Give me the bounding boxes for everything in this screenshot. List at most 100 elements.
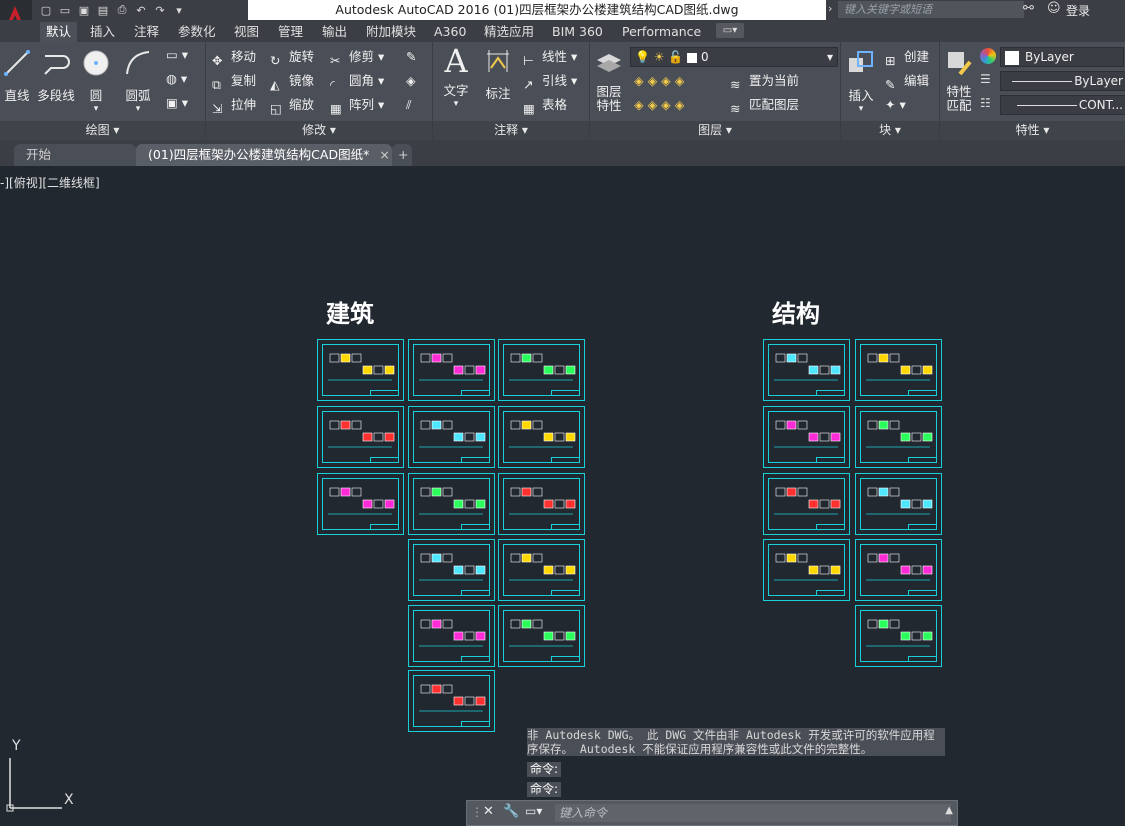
tab-insert[interactable]: 插入 [84,22,121,42]
drawing-sheet[interactable] [408,670,495,732]
drawing-sheet[interactable] [855,406,942,468]
grip-icon[interactable]: ⋮ [471,805,483,819]
rectangle-tool-icon[interactable]: ▭ ▾ [166,44,188,66]
panel-title-layers[interactable]: 图层 ▾ [590,121,840,140]
drawing-sheet[interactable] [763,539,850,601]
tab-start[interactable]: 开始 [14,144,136,166]
drawing-sheet[interactable] [317,406,404,468]
ribbon-options-icon[interactable]: ▭▾ [716,23,744,38]
panel-title-properties[interactable]: 特性 ▾ [940,121,1125,140]
edit-block-button[interactable]: ✎ 编辑 [885,70,929,92]
arc-button[interactable]: 圆弧 ▾ [120,48,156,114]
stretch-button[interactable]: ⇲ 拉伸 [212,94,256,116]
match-layer-button[interactable]: ≋ 匹配图层 [730,94,799,116]
create-block-button[interactable]: ⊞ 创建 [885,46,929,68]
linear-dimension-button[interactable]: ⊢ 线性 ▾ [523,46,577,68]
save-icon[interactable]: ▣ [76,2,92,18]
dimension-button[interactable]: 标注 [481,46,515,102]
line-button[interactable]: 直线 [2,48,32,104]
set-current-button[interactable]: ≋ 置为当前 [730,70,799,92]
new-file-icon[interactable]: ▢ [38,2,54,18]
dropdown-icon[interactable]: ▾ [171,2,187,18]
tab-parametric[interactable]: 参数化 [172,22,222,42]
layer-properties-button[interactable]: 图层特性 [594,48,624,113]
command-input[interactable]: 键入命令 [555,804,951,822]
new-tab-icon[interactable]: + [392,144,412,166]
trim-button[interactable]: ✂ 修剪 ▾ [330,46,384,68]
insert-block-button[interactable]: 插入 ▾ [845,48,877,114]
scale-button[interactable]: ◱ 缩放 [270,94,314,116]
match-properties-button[interactable]: 特性匹配 [942,48,976,113]
login-link[interactable]: 登录 [1066,2,1090,19]
polyline-button[interactable]: 多段线 [36,48,76,104]
panel-title-modify[interactable]: 修改 ▾ [206,121,432,140]
explode-icon[interactable]: ◈ [406,70,416,92]
open-file-icon[interactable]: ▭ [57,2,73,18]
table-button[interactable]: ▦ 表格 [523,94,567,116]
tab-a360[interactable]: A360 [428,22,472,42]
circle-button[interactable]: 圆 ▾ [80,48,112,114]
close-tab-icon[interactable]: × [379,147,389,162]
drawing-sheet[interactable] [317,339,404,401]
panel-title-draw[interactable]: 绘图 ▾ [0,121,205,140]
lineweight-dropdown[interactable]: CONT... [1000,95,1125,115]
binoculars-icon[interactable]: ⚯ [1023,1,1034,16]
mirror-button[interactable]: ◭ 镜像 [270,70,314,92]
tab-featured-apps[interactable]: 精选应用 [478,22,540,42]
drawing-sheet[interactable] [855,605,942,667]
tab-default[interactable]: 默认 [40,22,78,42]
attribute-icon[interactable]: ✦ ▾ [885,94,906,116]
erase-icon[interactable]: ✎ [406,46,416,68]
tab-view[interactable]: 视图 [228,22,265,42]
rotate-button[interactable]: ↻ 旋转 [270,46,314,68]
wrench-icon[interactable]: 🔧 [503,804,519,819]
drawing-sheet[interactable] [498,339,585,401]
command-prompt-icon[interactable]: ▭▾ [525,804,542,818]
drawing-sheet[interactable] [408,473,495,535]
region-tool-icon[interactable]: ▣ ▾ [166,92,188,114]
search-input[interactable]: 键入关键字或短语 [838,1,1024,18]
array-button[interactable]: ▦ 阵列 ▾ [330,94,384,116]
tab-addins[interactable]: 附加模块 [360,22,422,42]
drawing-sheet[interactable] [408,406,495,468]
offset-icon[interactable]: ⫽ [406,94,412,116]
undo-icon[interactable]: ↶ [133,2,149,18]
drawing-sheet[interactable] [855,339,942,401]
tab-output[interactable]: 输出 [316,22,353,42]
linetype-dropdown[interactable]: ByLayer [1000,71,1125,91]
drawing-sheet[interactable] [408,539,495,601]
layer-tools-row-1-icons[interactable]: ◈ ◈ ◈ ◈ [634,70,684,92]
user-icon[interactable]: ☺ [1047,1,1061,16]
chevron-right-icon[interactable]: › [828,2,832,15]
copy-button[interactable]: ⧉ 复制 [212,70,256,92]
tab-manage[interactable]: 管理 [272,22,309,42]
hatch-tool-icon[interactable]: ◍ ▾ [166,68,187,90]
tab-performance[interactable]: Performance [616,22,707,42]
color-dropdown[interactable]: ByLayer [1000,47,1124,67]
close-command-icon[interactable]: ✕ [483,804,494,819]
drawing-sheet[interactable] [498,406,585,468]
leader-button[interactable]: ↗ 引线 ▾ [523,70,577,92]
save-as-icon[interactable]: ▤ [95,2,111,18]
drawing-sheet[interactable] [317,473,404,535]
drawing-sheet[interactable] [763,473,850,535]
drawing-sheet[interactable] [763,339,850,401]
drawing-sheet[interactable] [855,539,942,601]
drawing-canvas[interactable]: -][俯视][二维线框] 建筑 结构 Y X [0,166,1125,826]
drawing-sheet[interactable] [498,539,585,601]
move-button[interactable]: ✥ 移动 [212,46,256,68]
viewport-controls[interactable]: -][俯视][二维线框] [0,174,100,191]
tab-active-drawing[interactable]: (01)四层框架办公楼建筑结构CAD图纸* × [136,144,392,166]
command-history-up-icon[interactable]: ▲ [945,805,953,816]
drawing-sheet[interactable] [855,473,942,535]
text-button[interactable]: A 文字 ▾ [439,45,473,109]
layer-tools-row-2-icons[interactable]: ◈ ◈ ◈ ◈ [634,94,684,116]
drawing-sheet[interactable] [498,473,585,535]
drawing-sheet[interactable] [408,339,495,401]
redo-icon[interactable]: ↷ [152,2,168,18]
drawing-sheet[interactable] [498,605,585,667]
fillet-button[interactable]: ◜ 圆角 ▾ [330,70,384,92]
color-wheel-icon[interactable] [980,48,996,64]
drawing-sheet[interactable] [763,406,850,468]
panel-title-block[interactable]: 块 ▾ [841,121,939,140]
